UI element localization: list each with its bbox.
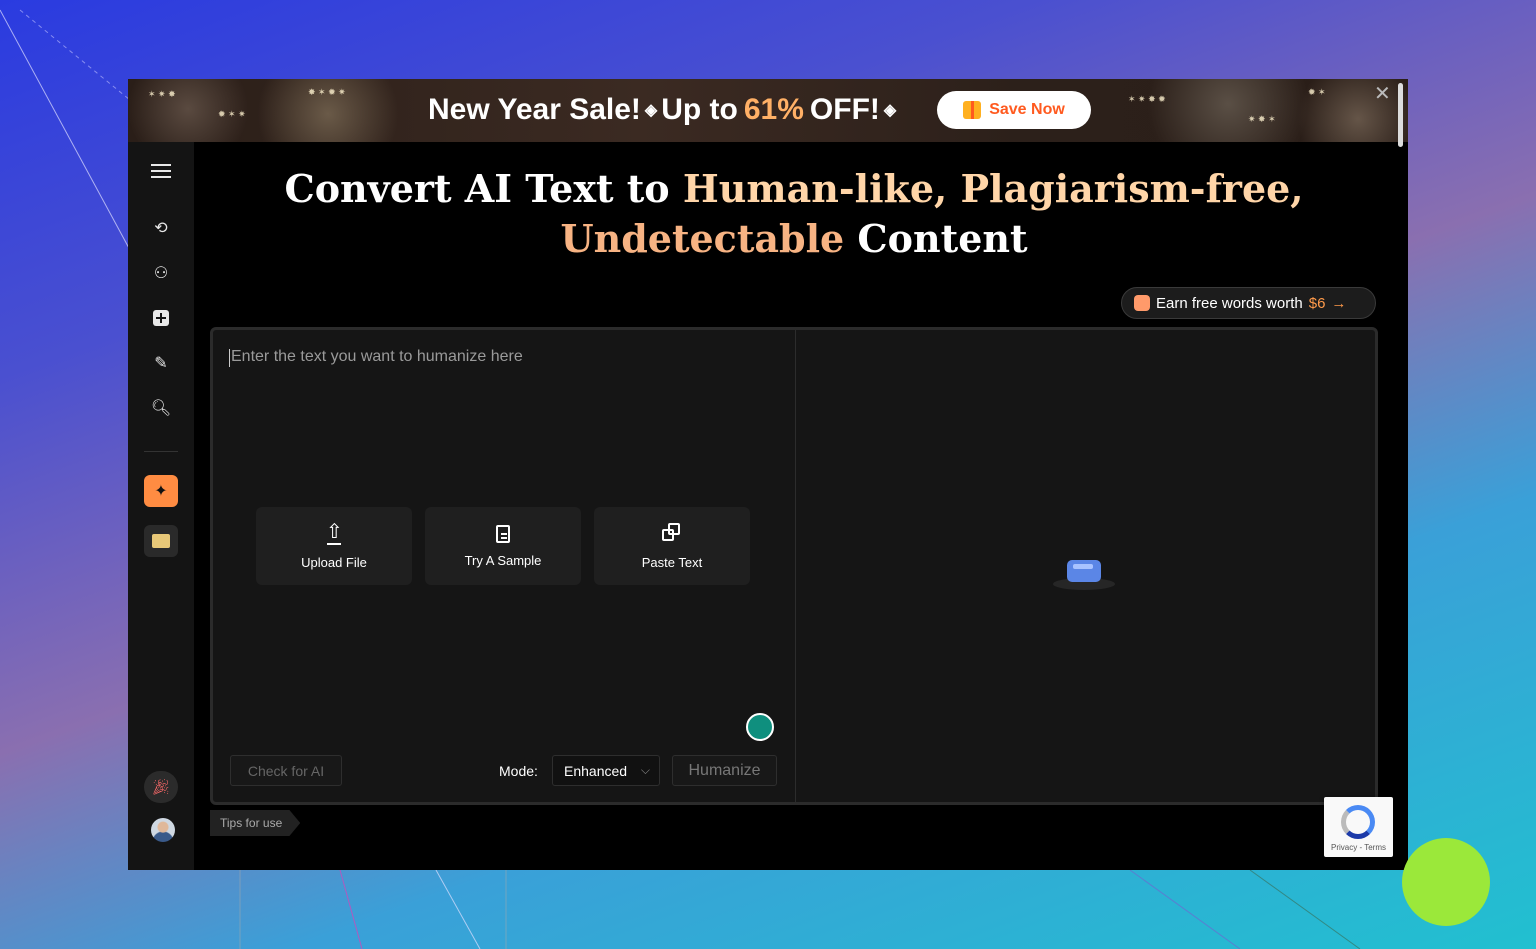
headline-part1: Convert AI Text to <box>284 166 683 211</box>
earn-free-words-button[interactable]: Earn free words worth $6 → <box>1121 287 1376 319</box>
gift-icon <box>963 101 982 119</box>
document-icon <box>496 524 510 543</box>
save-now-label: Save Now <box>989 101 1065 118</box>
copy-icon <box>662 522 682 545</box>
tips-for-use-button[interactable]: Tips for use <box>210 810 301 836</box>
sidebar-divider <box>144 451 178 452</box>
avatar[interactable] <box>151 818 175 842</box>
mode-value: Enhanced <box>564 762 628 779</box>
upload-file-label: Upload File <box>301 554 367 570</box>
sidebar: ⟲ ⚇ ✎ 🔍︎ ✦ 🎉︎ <box>128 142 194 870</box>
banner-offer-percent: 61% <box>743 93 804 126</box>
app-window: ✶ ✷ ✸ ✹ ✶ ✷ ✸ ✶ ✹ ✷ ✶ ✷ ✸ ✹ ✷ ✸ ✶ ✹ ✶ Ne… <box>128 79 1408 870</box>
mode-label: Mode: <box>499 763 538 779</box>
earn-label: Earn free words worth <box>1156 294 1303 312</box>
mode-select[interactable]: Enhanced ⌵ <box>552 755 660 786</box>
text-input[interactable] <box>229 346 783 390</box>
upload-file-button[interactable]: Upload File <box>256 507 412 585</box>
humanize-icon[interactable]: ⚇ <box>150 262 172 284</box>
empty-box-icon <box>1053 550 1115 590</box>
save-now-button[interactable]: Save Now <box>937 91 1091 129</box>
floating-green-circle <box>1402 838 1490 926</box>
sparkle-icon[interactable]: ✦ <box>144 475 178 507</box>
close-icon[interactable]: ✕ <box>1374 81 1391 106</box>
grammarly-icon[interactable] <box>746 713 774 741</box>
page-title: Convert AI Text to Human-like, Plagiaris… <box>194 164 1394 264</box>
promo-banner[interactable]: ✶ ✷ ✸ ✹ ✶ ✷ ✸ ✶ ✹ ✷ ✶ ✷ ✸ ✹ ✷ ✸ ✶ ✹ ✶ Ne… <box>128 79 1408 142</box>
paste-text-label: Paste Text <box>641 554 703 570</box>
arrow-right-icon: → <box>1331 294 1347 312</box>
gift-card-icon <box>1134 295 1150 311</box>
diamond-icon: ◈ <box>644 102 658 119</box>
editor-panel: Upload File Try A Sample Paste Text Chec… <box>210 327 1378 805</box>
diamond-icon: ◈ <box>883 102 897 119</box>
notes-icon[interactable] <box>144 525 178 557</box>
text-cursor <box>229 349 230 367</box>
humanize-button[interactable]: Humanize <box>672 755 777 786</box>
earn-amount: $6 <box>1308 294 1326 312</box>
recaptcha-label: Privacy - Terms <box>1331 843 1386 852</box>
try-sample-label: Try A Sample <box>464 552 542 568</box>
banner-offer-prefix: Up to <box>661 93 738 126</box>
refresh-ai-icon[interactable]: ⟲ <box>150 217 172 239</box>
party-icon[interactable]: 🎉︎ <box>144 771 178 803</box>
recaptcha-icon <box>1341 805 1375 839</box>
paraphrase-icon[interactable]: ✎ <box>150 352 172 374</box>
try-sample-button[interactable]: Try A Sample <box>425 507 581 585</box>
panel-divider <box>795 330 796 802</box>
banner-offer-suffix: OFF! <box>809 93 880 126</box>
upload-icon <box>324 519 344 545</box>
check-for-ai-button[interactable]: Check for AI <box>230 755 342 786</box>
scrollbar[interactable] <box>1398 83 1403 147</box>
add-icon[interactable] <box>150 307 172 329</box>
chevron-down-icon: ⌵ <box>640 763 650 777</box>
headline-highlight1: Human-like, Plagiarism-free, <box>682 166 1304 211</box>
paste-text-button[interactable]: Paste Text <box>594 507 750 585</box>
headline-highlight2: Undetectable <box>560 216 845 261</box>
banner-title: New Year Sale! <box>428 93 641 126</box>
menu-icon[interactable] <box>150 160 172 182</box>
recaptcha-badge[interactable]: Privacy - Terms <box>1324 797 1393 857</box>
headline-part2: Content <box>844 216 1028 261</box>
detector-icon[interactable]: 🔍︎ <box>150 397 172 419</box>
banner-headline: New Year Sale! ◈ Up to 61% OFF! ◈ <box>428 90 900 130</box>
